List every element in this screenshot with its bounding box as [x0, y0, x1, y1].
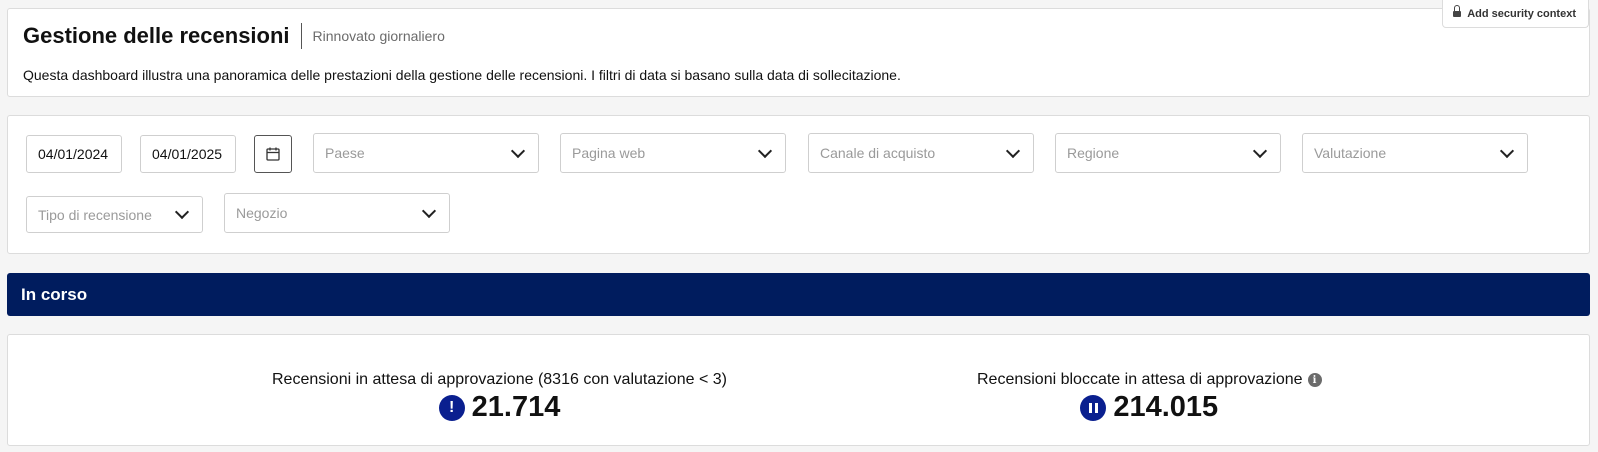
dashboard-description: Questa dashboard illustra una panoramica…	[23, 67, 901, 83]
end-date-value: 04/01/2025	[152, 146, 223, 162]
add-security-context-button[interactable]: Add security context	[1442, 0, 1589, 28]
region-select-placeholder: Regione	[1067, 145, 1120, 161]
kpi-label: Recensioni bloccate in attesa di approva…	[977, 371, 1322, 389]
review-type-select[interactable]: Tipo di recensione	[26, 196, 203, 233]
refresh-note: Rinnovato giornaliero	[312, 28, 445, 44]
store-select[interactable]: Negozio	[224, 193, 450, 233]
chevron-down-icon	[1499, 143, 1515, 158]
webpage-select-placeholder: Pagina web	[572, 145, 646, 161]
kpi-value-row: ! 21.714	[438, 391, 561, 424]
rating-select-placeholder: Valutazione	[1314, 145, 1387, 161]
security-button-label: Add security context	[1467, 7, 1576, 20]
kpi-pending-reviews: Recensioni in attesa di approvazione (83…	[272, 371, 727, 424]
lock-icon	[1453, 5, 1462, 18]
exclamation-icon: !	[438, 394, 465, 421]
start-date-input[interactable]: 04/01/2024	[26, 135, 122, 173]
page-title: Gestione delle recensioni	[23, 23, 290, 48]
calendar-icon	[266, 147, 280, 161]
country-select[interactable]: Paese	[313, 133, 539, 173]
header-card: Gestione delle recensioni Rinnovato gior…	[7, 0, 1590, 97]
chevron-down-icon	[1252, 143, 1268, 158]
chevron-down-icon	[174, 204, 190, 220]
kpi-pending-label: Recensioni in attesa di approvazione (83…	[272, 371, 727, 388]
review-type-select-placeholder: Tipo di recensione	[38, 206, 152, 223]
title-row: Gestione delle recensioni Rinnovato gior…	[23, 23, 445, 49]
kpi-panel: Recensioni in attesa di approvazione (83…	[7, 334, 1590, 446]
store-select-placeholder: Negozio	[236, 205, 288, 221]
kpi-blocked-value: 214.015	[1113, 391, 1219, 423]
purchase-channel-select-placeholder: Canale di acquisto	[820, 145, 936, 161]
section-banner-in-progress: In corso	[7, 273, 1590, 316]
region-select[interactable]: Regione	[1055, 133, 1281, 173]
chevron-down-icon	[1005, 143, 1021, 158]
section-title: In corso	[21, 284, 88, 304]
start-date-value: 04/01/2024	[38, 146, 109, 162]
pause-icon	[1080, 394, 1107, 421]
kpi-label: Recensioni in attesa di approvazione (83…	[272, 371, 727, 389]
filters-panel: 04/01/2024 04/01/2025 Paese Pagina web C…	[7, 115, 1590, 254]
kpi-pending-value: 21.714	[471, 391, 561, 423]
kpi-blocked-reviews: Recensioni bloccate in attesa di approva…	[977, 371, 1322, 424]
purchase-channel-select[interactable]: Canale di acquisto	[808, 133, 1034, 173]
info-icon[interactable]: i	[1307, 373, 1322, 387]
webpage-select[interactable]: Pagina web	[560, 133, 786, 173]
country-select-placeholder: Paese	[325, 145, 365, 161]
end-date-input[interactable]: 04/01/2025	[140, 135, 236, 173]
kpi-blocked-label: Recensioni bloccate in attesa di approva…	[977, 371, 1303, 388]
chevron-down-icon	[757, 143, 773, 158]
chevron-down-icon	[510, 143, 526, 158]
chevron-down-icon	[421, 203, 437, 218]
title-divider	[300, 23, 302, 49]
kpi-value-row: 214.015	[1080, 391, 1218, 424]
rating-select[interactable]: Valutazione	[1302, 133, 1528, 173]
calendar-button[interactable]	[254, 135, 292, 173]
